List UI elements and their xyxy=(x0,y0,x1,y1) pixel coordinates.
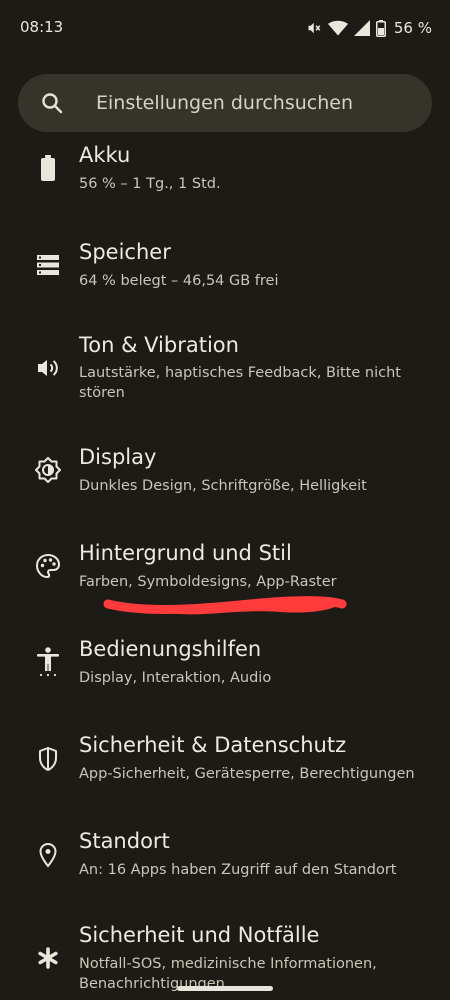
item-title: Sicherheit & Datenschutz xyxy=(79,733,347,757)
shield-icon xyxy=(34,745,62,773)
item-title: Hintergrund und Stil xyxy=(79,541,292,565)
item-subtitle: Dunkles Design, Schriftgröße, Helligkeit xyxy=(79,478,367,494)
search-icon xyxy=(40,74,64,132)
item-title: Bedienungshilfen xyxy=(79,637,262,661)
item-title: Display xyxy=(79,445,157,469)
mute-icon xyxy=(304,19,322,37)
item-subtitle: An: 16 Apps haben Zugriff auf den Stando… xyxy=(79,862,397,878)
battery-percent: 56 % xyxy=(393,19,432,37)
palette-icon xyxy=(34,552,62,580)
battery-icon xyxy=(34,154,62,182)
settings-item-storage[interactable]: Speicher 64 % belegt – 46,54 GB frei xyxy=(0,237,450,323)
settings-item-display[interactable]: Display Dunkles Design, Schriftgröße, He… xyxy=(0,444,450,530)
settings-item-security-privacy[interactable]: Sicherheit & Datenschutz App-Sicherheit,… xyxy=(0,732,450,818)
status-icons: 56 % xyxy=(304,17,432,39)
location-icon xyxy=(34,841,62,869)
item-subtitle: Farben, Symboldesigns, App-Raster xyxy=(79,574,337,590)
settings-item-accessibility[interactable]: Bedienungshilfen Display, Interaktion, A… xyxy=(0,636,450,722)
item-title: Ton & Vibration xyxy=(79,333,239,357)
item-title: Akku xyxy=(79,143,131,167)
battery-icon xyxy=(375,19,386,37)
item-subtitle: Display, Interaktion, Audio xyxy=(79,670,272,686)
volume-icon xyxy=(34,354,62,382)
search-placeholder: Einstellungen durchsuchen xyxy=(96,92,353,114)
status-bar: 08:13 56 % xyxy=(0,0,450,58)
item-title: Standort xyxy=(79,829,170,853)
item-subtitle: 64 % belegt – 46,54 GB frei xyxy=(79,273,279,289)
settings-item-location[interactable]: Standort An: 16 Apps haben Zugriff auf d… xyxy=(0,828,450,914)
item-subtitle: Lautstärke, haptisches Feedback, Bitte n… xyxy=(79,365,401,401)
item-title: Speicher xyxy=(79,240,171,264)
search-bar[interactable]: Einstellungen durchsuchen xyxy=(18,74,432,132)
wifi-icon xyxy=(327,20,348,36)
accessibility-icon xyxy=(34,647,62,677)
signal-icon xyxy=(353,20,370,36)
home-gesture-bar[interactable] xyxy=(177,986,273,991)
emergency-icon xyxy=(34,944,62,972)
item-subtitle: App-Sicherheit, Gerätesperre, Berechtigu… xyxy=(79,766,415,782)
settings-item-battery[interactable]: Akku 56 % – 1 Tg., 1 Std. xyxy=(0,140,450,226)
item-subtitle: 56 % – 1 Tg., 1 Std. xyxy=(79,176,221,192)
red-underline-annotation xyxy=(103,596,347,615)
brightness-icon xyxy=(34,456,62,484)
item-title: Sicherheit und Notfälle xyxy=(79,923,320,947)
status-time: 08:13 xyxy=(20,18,64,36)
settings-item-sound[interactable]: Ton & Vibration Lautstärke, haptisches F… xyxy=(0,332,450,422)
storage-icon xyxy=(34,251,62,279)
